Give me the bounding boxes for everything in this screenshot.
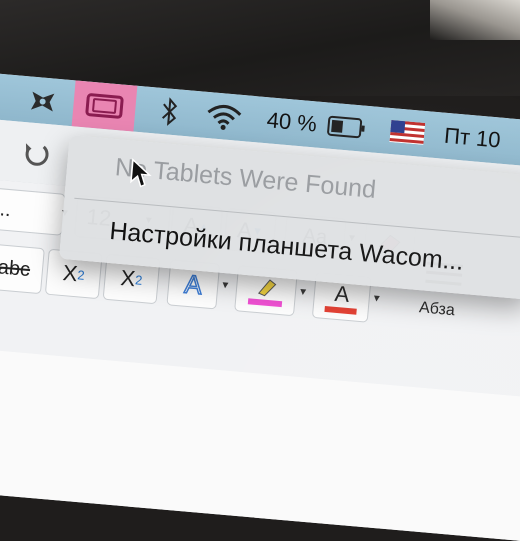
highlight-color-swatch [247, 298, 283, 308]
subscript-mark: 2 [76, 266, 86, 283]
undo-icon[interactable] [16, 134, 57, 173]
menu-item-no-tablets: No Tablets Were Found [114, 153, 378, 204]
strikethrough-button[interactable]: abc [0, 243, 45, 295]
marker-icon [257, 279, 277, 297]
subscript-base: X [61, 260, 79, 287]
tablet-icon[interactable] [71, 80, 138, 132]
highlight-dropdown-arrow[interactable]: ▼ [298, 287, 309, 299]
mouse-pointer-icon [128, 157, 153, 194]
superscript-base: X [119, 265, 137, 292]
font-color-swatch [324, 305, 357, 315]
screen: 40 % Пт 10 о... abc X 2 X 2 A ▼ ▼ A ▼ Аб… [0, 72, 520, 541]
font-name-text: о... [0, 196, 12, 221]
battery-percent[interactable]: 40 % [259, 97, 325, 148]
us-flag-icon[interactable] [382, 108, 432, 158]
font-color-dropdown-arrow[interactable]: ▼ [371, 293, 382, 305]
bluetooth-icon[interactable] [147, 87, 191, 136]
strikethrough-label: abc [0, 255, 32, 281]
wifi-icon[interactable] [197, 91, 251, 141]
text-effects-label: A [183, 267, 204, 300]
font-color-label: A [333, 280, 351, 307]
script-menu-icon[interactable] [16, 75, 70, 125]
text-effects-dropdown-arrow[interactable]: ▼ [220, 280, 231, 292]
paragraph-label: Абза [418, 299, 456, 320]
superscript-mark: 2 [134, 271, 144, 288]
battery-icon[interactable] [323, 102, 371, 152]
background-light [430, 0, 520, 40]
font-name-field[interactable]: о... [0, 186, 66, 236]
